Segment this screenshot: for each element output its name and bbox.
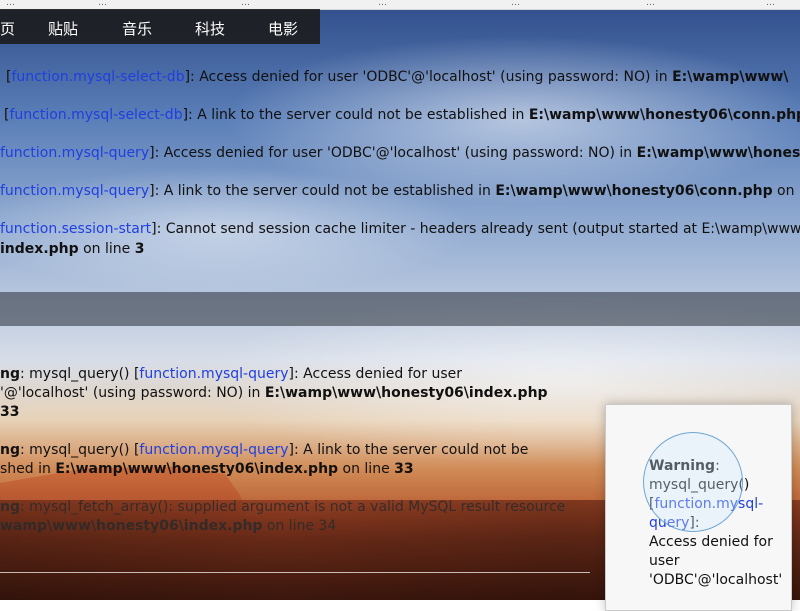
error-path: E:\wamp\www\honesty06\conn.php xyxy=(495,183,773,199)
error-link[interactable]: function.mysql-select-db xyxy=(9,107,182,123)
warning-text: : mysql_query() [ xyxy=(20,442,140,458)
nav-item-movie[interactable]: 电影 xyxy=(268,18,298,39)
warning-text: on line xyxy=(338,461,395,477)
browser-tab[interactable]: … xyxy=(505,0,526,9)
warning-link[interactable]: function.mysql-query xyxy=(139,442,288,458)
popup-text: mysql_query() xyxy=(649,477,750,493)
error-message: function.mysql-query]: A link to the ser… xyxy=(0,183,800,199)
hazy-band xyxy=(0,292,800,326)
warning-label-fragment: ng xyxy=(0,499,20,515)
error-path: index.php xyxy=(0,241,79,257)
warning-message: ng: mysql_query() [function.mysql-query]… xyxy=(0,442,528,458)
browser-tab[interactable]: … xyxy=(760,0,781,9)
warning-line-number: 33 xyxy=(394,461,414,477)
warning-text: ]: A link to the server could not be xyxy=(288,442,529,458)
error-path: E:\wamp\www\ xyxy=(672,69,789,85)
nav-item-tech[interactable]: 科技 xyxy=(195,18,225,39)
popup-text: 'ODBC'@'localhost' xyxy=(649,572,783,588)
warning-text: shed in xyxy=(0,461,56,477)
error-message: function.session-start]: Cannot send ses… xyxy=(0,221,800,237)
error-text: ]: Access denied for user 'ODBC'@'localh… xyxy=(149,145,637,161)
warning-path: E:\wamp\www\honesty06\index.php xyxy=(264,385,548,401)
error-link[interactable]: function.mysql-select-db xyxy=(11,69,184,85)
nav-item-home[interactable]: 页 xyxy=(0,18,15,39)
warning-text: '@'localhost' (using password: NO) in xyxy=(0,385,265,401)
nav-item-music[interactable]: 音乐 xyxy=(122,18,152,39)
error-text: ]: A link to the server could not be est… xyxy=(182,107,529,123)
warning-message-cont: '@'localhost' (using password: NO) in E:… xyxy=(0,385,548,401)
warning-text: : mysql_fetch_array(): supplied argument… xyxy=(20,499,566,515)
error-line-number: 3 xyxy=(134,241,145,257)
popup-bracket-close: ]: xyxy=(689,515,700,531)
error-link[interactable]: function.mysql-query xyxy=(0,145,149,161)
error-path: E:\wamp\www\honesty0 xyxy=(636,145,800,161)
nav-item-tieba[interactable]: 贴贴 xyxy=(48,18,78,39)
error-text: ]: Cannot send session cache limiter - h… xyxy=(151,221,800,237)
browser-tab[interactable]: … xyxy=(235,0,256,9)
warning-label-fragment: ng xyxy=(0,366,20,382)
popup-colon: : xyxy=(715,458,720,474)
warning-path: wamp\www\honesty06\index.php xyxy=(0,518,263,534)
popup-warning-label: Warning xyxy=(649,458,716,474)
error-message: [function.mysql-select-db]: Access denie… xyxy=(6,69,788,85)
error-suffix: on line xyxy=(78,241,135,257)
error-message: [function.mysql-select-db]: A link to th… xyxy=(4,107,800,123)
error-message: function.mysql-query]: Access denied for… xyxy=(0,145,800,161)
warning-text: : mysql_query() [ xyxy=(20,366,140,382)
divider-line xyxy=(0,572,590,573)
warning-line-number: 33 xyxy=(0,404,20,420)
warning-text: on line 34 xyxy=(262,518,337,534)
error-link[interactable]: function.session-start xyxy=(0,221,151,237)
error-path: E:\wamp\www\honesty06\conn.php xyxy=(528,107,800,123)
browser-tab[interactable]: … xyxy=(92,0,113,9)
warning-message-cont: 33 xyxy=(0,404,19,420)
warning-message-cont: shed in E:\wamp\www\honesty06\index.php … xyxy=(0,461,414,477)
warning-path: E:\wamp\www\honesty06\index.php xyxy=(55,461,339,477)
warning-text: ]: Access denied for user xyxy=(288,366,462,382)
error-link[interactable]: function.mysql-query xyxy=(0,183,149,199)
error-suffix: on line 4 xyxy=(777,183,800,199)
warning-popup[interactable]: Warning: mysql_query() [function.mysql-q… xyxy=(605,404,792,611)
popup-text: Access denied for user xyxy=(649,534,773,569)
warning-message: ng: mysql_query() [function.mysql-query]… xyxy=(0,366,462,382)
error-text: ]: A link to the server could not be est… xyxy=(149,183,496,199)
warning-label-fragment: ng xyxy=(0,442,20,458)
error-text: ]: Access denied for user 'ODBC'@'localh… xyxy=(184,69,673,85)
browser-tab[interactable]: … xyxy=(640,0,661,9)
browser-tab[interactable]: … xyxy=(372,0,393,9)
error-message-tail: index.php on line 3 xyxy=(0,241,144,257)
popup-link[interactable]: function.mysql-query xyxy=(649,496,763,531)
warning-message: ng: mysql_fetch_array(): supplied argume… xyxy=(0,499,565,515)
browser-tab[interactable]: … xyxy=(0,0,21,9)
popup-content: Warning: mysql_query() [function.mysql-q… xyxy=(649,457,783,590)
warning-message-cont: wamp\www\honesty06\index.php on line 34 xyxy=(0,518,336,534)
warning-link[interactable]: function.mysql-query xyxy=(139,366,288,382)
site-navbar: 页 贴贴 音乐 科技 电影 xyxy=(0,9,320,44)
